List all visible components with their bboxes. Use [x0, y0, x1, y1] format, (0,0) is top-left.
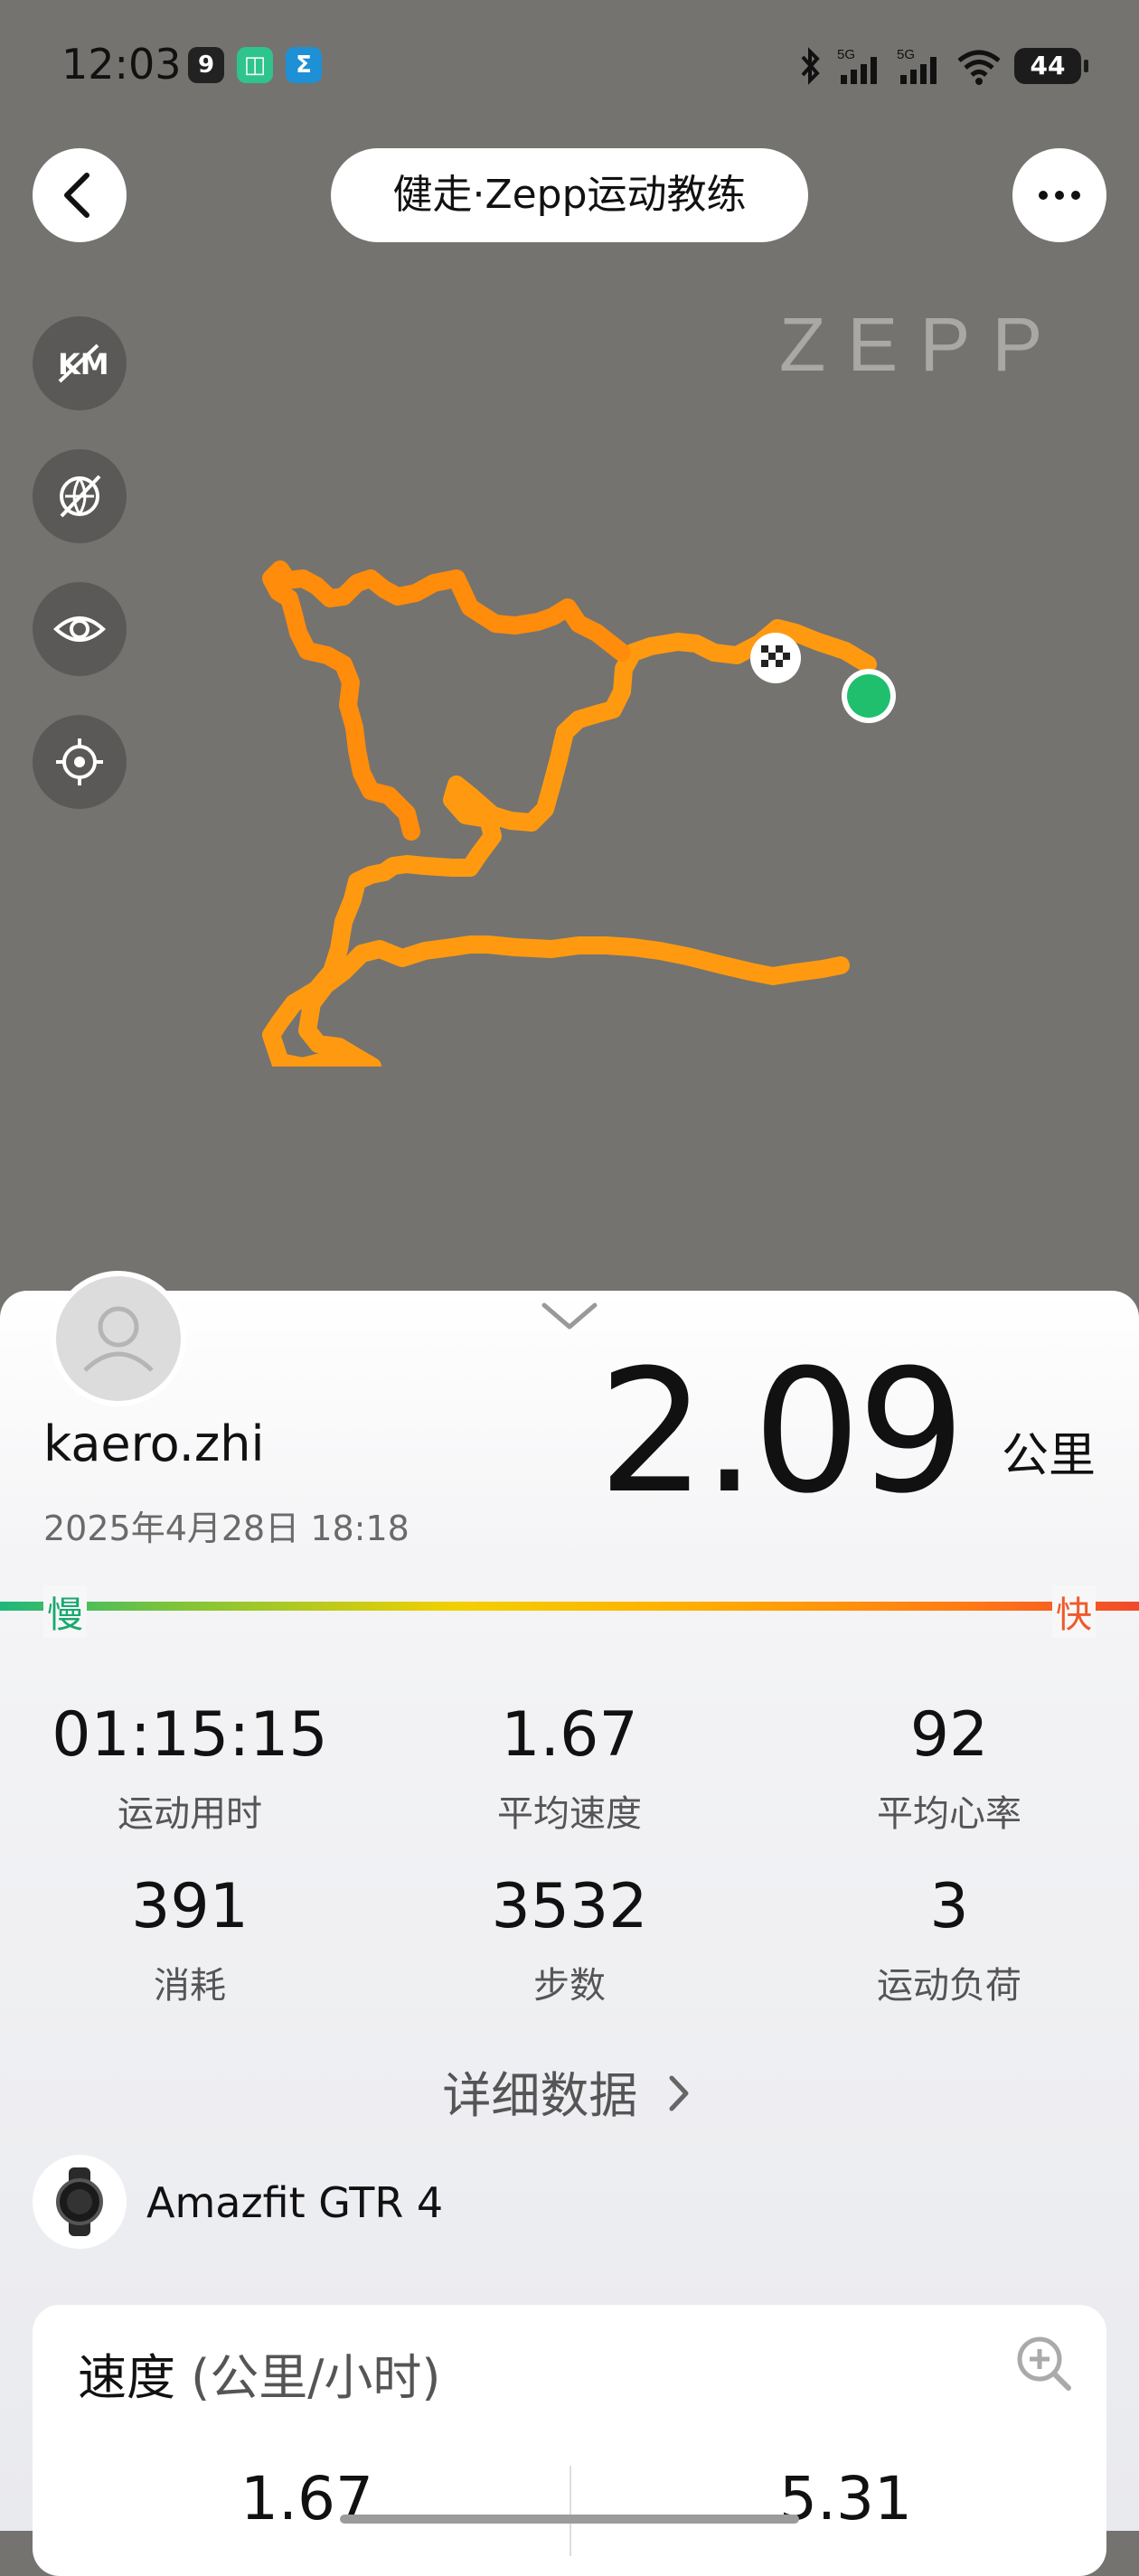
- more-dots-icon: [1039, 191, 1080, 200]
- detailed-data-label: 详细数据: [442, 2067, 638, 2124]
- stat-label: 平均心率: [877, 1793, 1021, 1835]
- route-map[interactable]: [0, 506, 1139, 1067]
- stat-value: 3: [929, 1871, 969, 1942]
- battery-indicator: 44: [1014, 48, 1088, 84]
- chevron-right-icon: [669, 2075, 689, 2111]
- zepp-logo: ZEPP: [779, 307, 1064, 380]
- status-time: 12:03: [61, 40, 182, 89]
- device-watch-thumbnail[interactable]: [33, 2155, 127, 2249]
- sigma-app-icon: Σ: [286, 47, 322, 83]
- mi-home-icon: ◫: [237, 47, 273, 83]
- back-arrow-icon: [64, 173, 89, 218]
- fast-label: 快: [1052, 1585, 1096, 1638]
- stat-label: 运动负荷: [877, 1965, 1021, 2007]
- distance-unit: 公里: [1001, 1429, 1096, 1483]
- finish-flag-marker: [750, 633, 801, 683]
- svg-text:5G: 5G: [897, 47, 915, 62]
- svg-text:5G: 5G: [837, 47, 855, 62]
- stat-duration: 01:15:15 运动用时: [0, 1699, 380, 1837]
- username: kaero.zhi: [43, 1415, 265, 1472]
- status-bar: 12:03 9 ◫ Σ 5G 5G 44: [0, 0, 1139, 136]
- distance-value: 2.09: [598, 1333, 965, 1531]
- stat-avg-heart-rate: 92 平均心率: [759, 1699, 1139, 1837]
- signal-icon-2: 5G: [897, 47, 937, 84]
- watch-icon: [56, 2167, 103, 2236]
- km-marker-toggle-button[interactable]: KM: [33, 316, 127, 410]
- pace-color-scale: [0, 1602, 1139, 1611]
- stat-label: 消耗: [154, 1965, 226, 2007]
- collapse-chevron-icon[interactable]: [539, 1298, 600, 1334]
- stat-value: 01:15:15: [52, 1699, 328, 1771]
- speed-max-value: 5.31: [779, 2464, 912, 2534]
- wifi-icon: [957, 50, 1001, 85]
- card-divider: [570, 2466, 571, 2556]
- user-placeholder-icon: [83, 1306, 154, 1372]
- signal-icon: 5G: [837, 47, 877, 84]
- home-indicator[interactable]: [340, 2515, 799, 2524]
- route-path: [262, 619, 877, 1067]
- back-button[interactable]: [33, 148, 127, 242]
- stat-value: 92: [909, 1699, 989, 1771]
- speed-chart-card: 速度 (公里/小时) 1.67 5.31: [33, 2305, 1106, 2576]
- km-marker-icon: KM: [58, 343, 107, 383]
- stat-value: 3532: [491, 1871, 648, 1942]
- speed-card-title: 速度 (公里/小时): [78, 2337, 441, 2409]
- status-indicators: 5G 5G 44: [797, 43, 1088, 89]
- bluetooth-icon: [801, 47, 820, 85]
- stat-label: 运动用时: [118, 1793, 262, 1835]
- more-options-button[interactable]: [1012, 148, 1106, 242]
- stat-steps: 3532 步数: [380, 1871, 759, 2008]
- stat-avg-speed: 1.67 平均速度: [380, 1699, 759, 1837]
- avatar[interactable]: [51, 1271, 186, 1406]
- stat-label: 步数: [533, 1965, 606, 2007]
- stat-label: 平均速度: [497, 1793, 642, 1835]
- stat-training-load: 3 运动负荷: [759, 1871, 1139, 2008]
- slow-label: 慢: [43, 1585, 87, 1638]
- zepp-logo-text: ZEPP: [779, 307, 1064, 380]
- stat-value: 1.67: [501, 1699, 638, 1771]
- stat-value: 391: [131, 1871, 249, 1942]
- device-name[interactable]: Amazfit GTR 4: [146, 2178, 443, 2227]
- detailed-data-link[interactable]: 详细数据: [0, 2055, 1139, 2127]
- workout-datetime: 2025年4月28日 18:18: [43, 1509, 409, 1548]
- speed-card-title-text: 速度: [78, 2349, 175, 2406]
- stat-calories: 391 消耗: [0, 1871, 380, 2008]
- notification-app-icon: 9: [188, 47, 224, 83]
- start-point-marker: [842, 669, 896, 723]
- zoom-in-icon[interactable]: [1012, 2332, 1076, 2395]
- speed-card-unit: (公里/小时): [191, 2349, 441, 2406]
- workout-type-title[interactable]: 健走·Zepp运动教练: [331, 148, 808, 242]
